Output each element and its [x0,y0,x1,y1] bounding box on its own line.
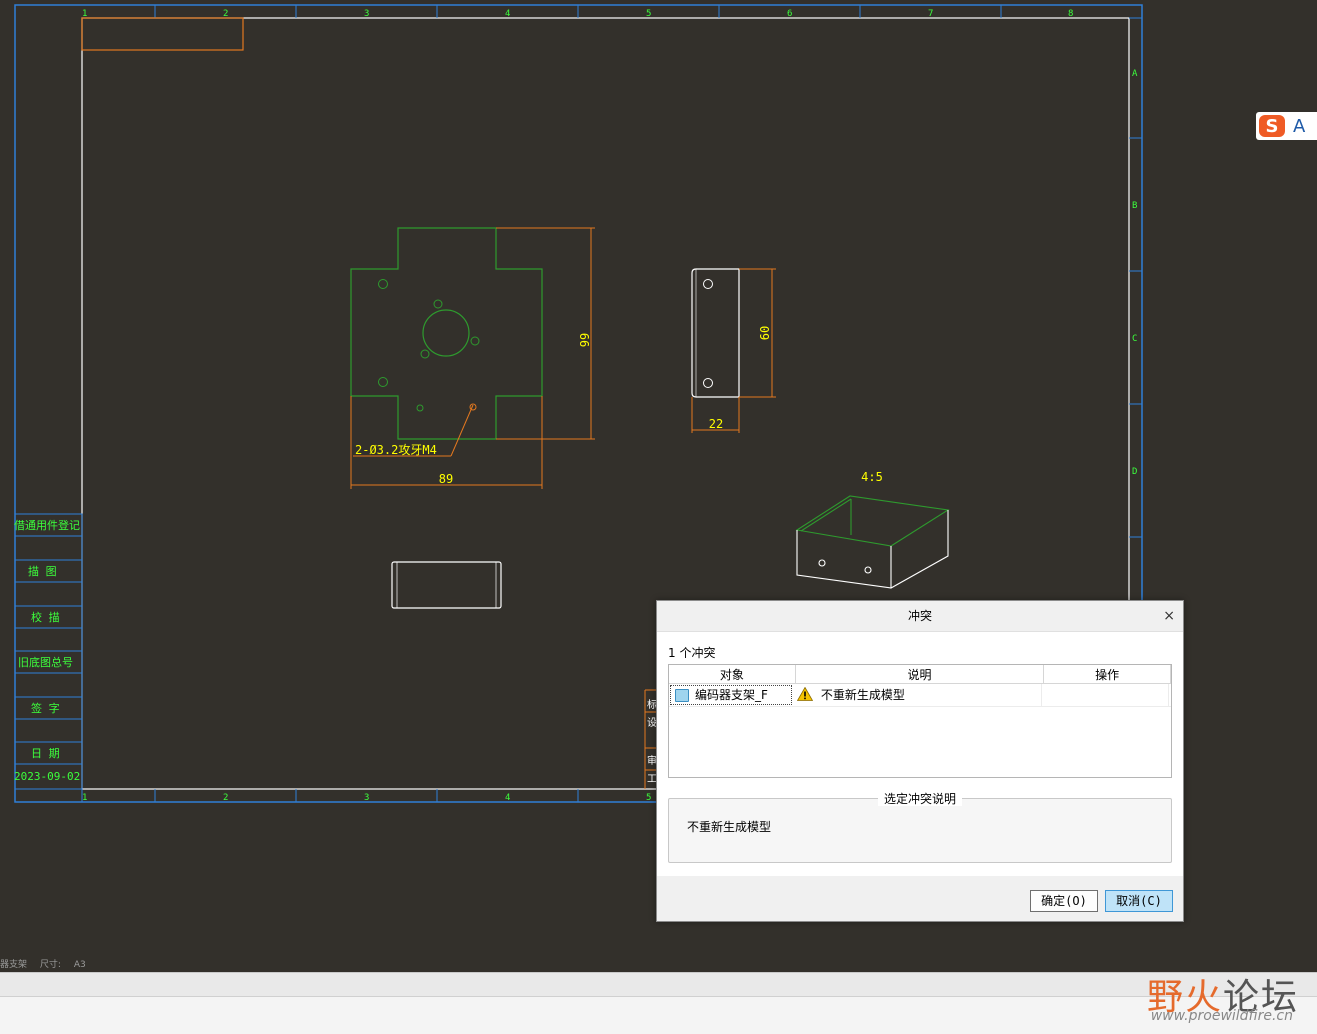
side-label-old-number: 旧底图总号 [18,655,73,669]
status-bar [0,996,1317,1034]
status-model-name: 器支架 [0,960,28,970]
table-header: 对象 说明 操作 [669,665,1171,684]
view-side[interactable] [691,268,776,433]
reverse-title-box [81,17,244,51]
zone-bottom-1: 1 [82,793,87,803]
view-isometric[interactable] [795,495,950,589]
zone-top-8: 8 [1068,9,1073,19]
row-object-cell[interactable]: 编码器支架_F [670,685,792,705]
side-label-signature: 签 字 [31,701,60,715]
zone-right-d: D [1132,467,1137,477]
detail-text: 不重新生成模型 [687,820,772,834]
plate-center-hole [422,309,470,357]
plate-outline [350,227,543,440]
ime-indicator[interactable]: S A [1256,112,1317,140]
status-size-label: 尺寸: [39,960,61,970]
plate-hole [420,349,430,359]
zone-bottom-3: 3 [364,793,369,803]
zone-top-4: 4 [505,9,510,19]
warning-icon [797,687,813,701]
message-bar [0,972,1317,997]
column-header-action[interactable]: 操作 [1044,665,1171,683]
conflict-dialog[interactable]: 冲突 × 1 个冲突 对象 说明 操作 编码器支架_F 不重新生成模型 选定冲突… [656,600,1184,922]
column-header-description[interactable]: 说明 [796,665,1045,683]
row-description: 不重新生成模型 [820,688,905,702]
iso-hole [818,559,826,567]
zone-bottom-5: 5 [646,793,651,803]
plate-hole [416,404,424,412]
conflict-count: 1 个冲突 [668,646,716,660]
zone-right-a: A [1132,69,1138,79]
part-icon [675,688,689,702]
side-label-checking: 校 描 [31,610,60,624]
plate-hole [378,279,388,289]
zone-bottom-4: 4 [505,793,510,803]
side-label-tracing: 描 图 [28,564,57,578]
view-top[interactable] [391,561,502,609]
side-outline [691,268,740,398]
table-row[interactable]: 编码器支架_F 不重新生成模型 [669,684,1171,707]
row-action-cell[interactable] [1042,684,1169,706]
zone-bottom-2: 2 [223,793,228,803]
iso-top-rim [795,495,950,547]
ok-button[interactable]: 确定(O) [1030,890,1098,912]
zone-top-7: 7 [928,9,933,19]
dialog-title: 冲突 [907,609,932,623]
dim-22-text: 22 [709,417,723,431]
top-zone-strip [154,5,1002,18]
dim-89-text: 89 [439,472,453,486]
bottom-zone-strip [81,789,579,802]
side-hole [703,378,713,388]
dialog-footer: 确定(O) 取消(C) [657,876,1183,921]
dialog-titlebar[interactable]: 冲突 × [657,601,1183,632]
side-label-registration: 借通用件登记 [14,518,80,532]
conflict-table[interactable]: 对象 说明 操作 编码器支架_F 不重新生成模型 [668,664,1172,778]
sogou-logo-icon: S [1259,115,1285,137]
zone-top-5: 5 [646,9,651,19]
detail-group-label: 选定冲突说明 [877,792,962,806]
column-header-object[interactable]: 对象 [669,665,796,683]
plate-hole [378,377,388,387]
cancel-button[interactable]: 取消(C) [1105,890,1173,912]
plate-hole [433,299,443,309]
dialog-body: 1 个冲突 对象 说明 操作 编码器支架_F 不重新生成模型 选定冲突说明 不重… [657,632,1183,876]
iso-scale: 4:5 [861,470,883,484]
ime-mode-label: A [1293,115,1306,137]
side-date-value: 2023-09-02 [14,770,80,783]
watermark-url: www.proewildfire.cn [1150,1008,1293,1024]
close-icon[interactable]: × [1163,601,1175,631]
iso-hole [864,566,872,574]
iso-body [796,510,949,589]
zone-top-6: 6 [787,9,792,19]
status-line: 器支架 尺寸: A3 [0,957,96,970]
zone-right-b: B [1132,201,1137,211]
row-object-name: 编码器支架_F [695,688,768,702]
side-hole [703,279,713,289]
plate-hole [470,336,480,346]
side-label-date: 日 期 [31,747,60,760]
zone-right-c: C [1132,334,1137,344]
hole-note: 2-Ø3.2攻牙M4 [355,443,437,457]
zone-top-3: 3 [364,9,369,19]
status-size-value: A3 [73,960,86,970]
dim-60-text: 60 [758,326,772,340]
conflict-detail-group: 选定冲突说明 不重新生成模型 [668,792,1172,863]
dim-99-text: 99 [578,333,592,347]
row-description-cell: 不重新生成模型 [793,684,1042,706]
